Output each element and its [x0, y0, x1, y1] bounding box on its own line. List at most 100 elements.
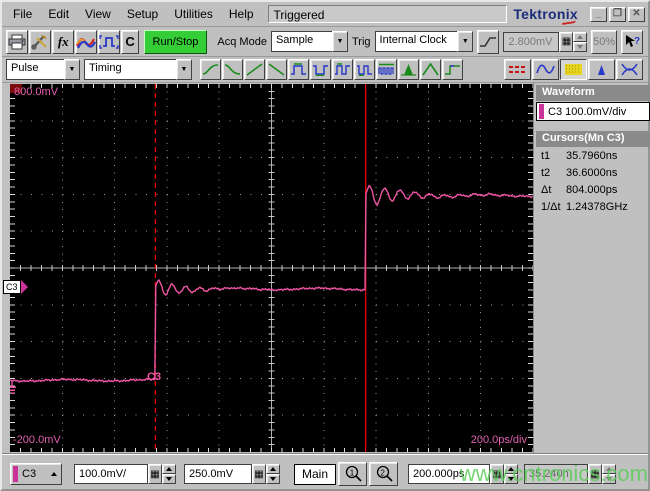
close-button[interactable]: ✕ [628, 6, 645, 22]
trig-source-select[interactable]: Internal Clock ▼ [374, 31, 474, 52]
vertical-scale-spinner[interactable] [162, 464, 176, 484]
rising-edge-icon [480, 36, 497, 47]
magnifier-2-icon: 2 [376, 465, 393, 482]
meas-risetime-button[interactable] [200, 59, 221, 80]
zoom-1-button[interactable]: 1 [338, 462, 368, 486]
chevron-down-icon[interactable]: ▼ [457, 31, 474, 52]
meas-falltime-button[interactable] [222, 59, 243, 80]
channel-select-button[interactable]: C3 [10, 463, 62, 485]
trig-level-field[interactable]: 2.800mV [503, 31, 560, 52]
horizontal-scale-control: 200.000ps ▦ [408, 464, 519, 484]
chevron-down-icon[interactable]: ▼ [176, 59, 192, 80]
chevron-up-icon [51, 472, 57, 476]
step-icon [445, 65, 460, 75]
keypad-icon[interactable]: ▦ [588, 464, 603, 484]
color-grade-icon [565, 64, 582, 75]
keypad-icon[interactable]: ▦ [490, 464, 505, 484]
readout-name: Δt [541, 183, 552, 196]
meas-negative-duty-button[interactable] [354, 59, 375, 80]
meas-positive-width-button[interactable] [288, 59, 309, 80]
amplitude-peak-icon [401, 64, 416, 76]
trig-slope-button[interactable] [477, 29, 500, 54]
print-button[interactable] [6, 29, 29, 54]
readout-value: 1.24378GHz [566, 200, 628, 213]
histogram-display-button[interactable] [588, 59, 615, 80]
cursor-c-button[interactable]: C [121, 29, 139, 54]
menu-view[interactable]: View [77, 4, 119, 25]
channel-position-marker[interactable]: C3 [3, 280, 29, 294]
pulse-define-button[interactable] [98, 29, 121, 54]
positive-width-icon [291, 63, 306, 75]
keypad-icon[interactable]: ▦ [559, 31, 574, 52]
trig-level-spinner[interactable] [573, 31, 588, 52]
trig-label: Trig [351, 35, 371, 48]
keypad-icon[interactable]: ▦ [252, 464, 266, 484]
vertical-offset-spinner[interactable] [266, 464, 280, 484]
readout-value: 35.7960ns [566, 149, 618, 162]
menu-file[interactable]: File [5, 4, 40, 25]
vertical-scale-field[interactable]: 100.0mV/ [74, 464, 148, 484]
meas-step-button[interactable] [442, 59, 463, 80]
vertical-bottom-label: -200.0mV [13, 434, 61, 446]
graticule[interactable]: 800.0mV -200.0mV 200.0ps/div C3 [10, 84, 533, 452]
channel-color-swatch [13, 466, 18, 482]
acq-mode-select[interactable]: Sample ▼ [270, 31, 348, 52]
waveform-canvas[interactable] [10, 84, 533, 452]
eye-mask-icon [621, 63, 638, 76]
meas-negative-width-button[interactable] [310, 59, 331, 80]
meas-falling-slope-button[interactable] [266, 59, 287, 80]
horizontal-position-field[interactable]: 35.240n [524, 464, 589, 484]
meas-rising-slope-button[interactable] [244, 59, 265, 80]
vertical-offset-field[interactable]: 250.0mV [184, 464, 252, 484]
signal-type-value: Pulse [6, 59, 64, 80]
meas-positive-duty-button[interactable] [332, 59, 353, 80]
menu-utilities[interactable]: Utilities [166, 4, 221, 25]
timebase-main-tab[interactable]: Main [294, 463, 337, 485]
horizontal-position-control: 35.240n ▦ [524, 464, 617, 484]
chevron-down-icon[interactable]: ▼ [64, 59, 80, 80]
horizontal-scale-spinner[interactable] [504, 464, 519, 484]
pulse-brackets-icon [99, 34, 120, 49]
menu-setup[interactable]: Setup [119, 4, 166, 25]
meas-amplitude-button[interactable] [398, 59, 419, 80]
measure-category-select[interactable]: Timing ▼ [84, 59, 192, 80]
keypad-icon[interactable]: ▦ [148, 464, 162, 484]
zoom-2-button[interactable]: 2 [369, 462, 399, 486]
meas-burst-width-button[interactable] [376, 59, 397, 80]
cursors-display-button[interactable] [504, 59, 531, 80]
cursors-header: Cursors(Mn C3) [536, 131, 650, 147]
svg-text:1: 1 [349, 467, 354, 477]
menu-edit[interactable]: Edit [40, 4, 77, 25]
readout-name: 1/Δt [541, 200, 561, 213]
svg-text:?: ? [634, 36, 640, 47]
run-stop-button[interactable]: Run/Stop [143, 29, 208, 54]
falltime-icon [224, 64, 241, 75]
set-to-50pct-button[interactable]: 50% [591, 29, 617, 54]
vectors-display-button[interactable] [532, 59, 559, 80]
readout-name: t2 [541, 166, 551, 179]
trace-label: C3 [147, 371, 162, 383]
setup-tools-button[interactable] [29, 29, 52, 54]
tektronix-logo: Tektronix [513, 6, 578, 25]
trig-source-value: Internal Clock [374, 31, 458, 52]
help-pointer-icon: ? [625, 35, 640, 47]
context-help-button[interactable]: ? [620, 29, 643, 54]
chevron-down-icon[interactable]: ▼ [331, 31, 348, 52]
menu-help[interactable]: Help [221, 4, 262, 25]
math-button[interactable]: fx [52, 29, 75, 54]
signal-type-select[interactable]: Pulse ▼ [6, 59, 80, 80]
eye-mask-display-button[interactable] [616, 59, 643, 80]
waveform-scale-row[interactable]: C3 100.0mV/div [536, 102, 650, 121]
color-grade-display-button[interactable] [560, 59, 587, 80]
waveform-header: Waveform [536, 85, 650, 101]
minimize-button[interactable]: _ [590, 6, 607, 22]
c-label: C [125, 34, 135, 49]
restore-button[interactable]: ❐ [609, 6, 626, 22]
horizontal-scale-field[interactable]: 200.000ps [408, 464, 491, 484]
rising-slope-icon [246, 63, 263, 76]
horizontal-position-spinner[interactable] [602, 464, 617, 484]
waveform-database-button[interactable] [75, 29, 98, 54]
risetime-icon [202, 64, 219, 75]
meas-peak-button[interactable] [420, 59, 441, 80]
waveform-scale-label: C3 100.0mV/div [548, 105, 627, 118]
